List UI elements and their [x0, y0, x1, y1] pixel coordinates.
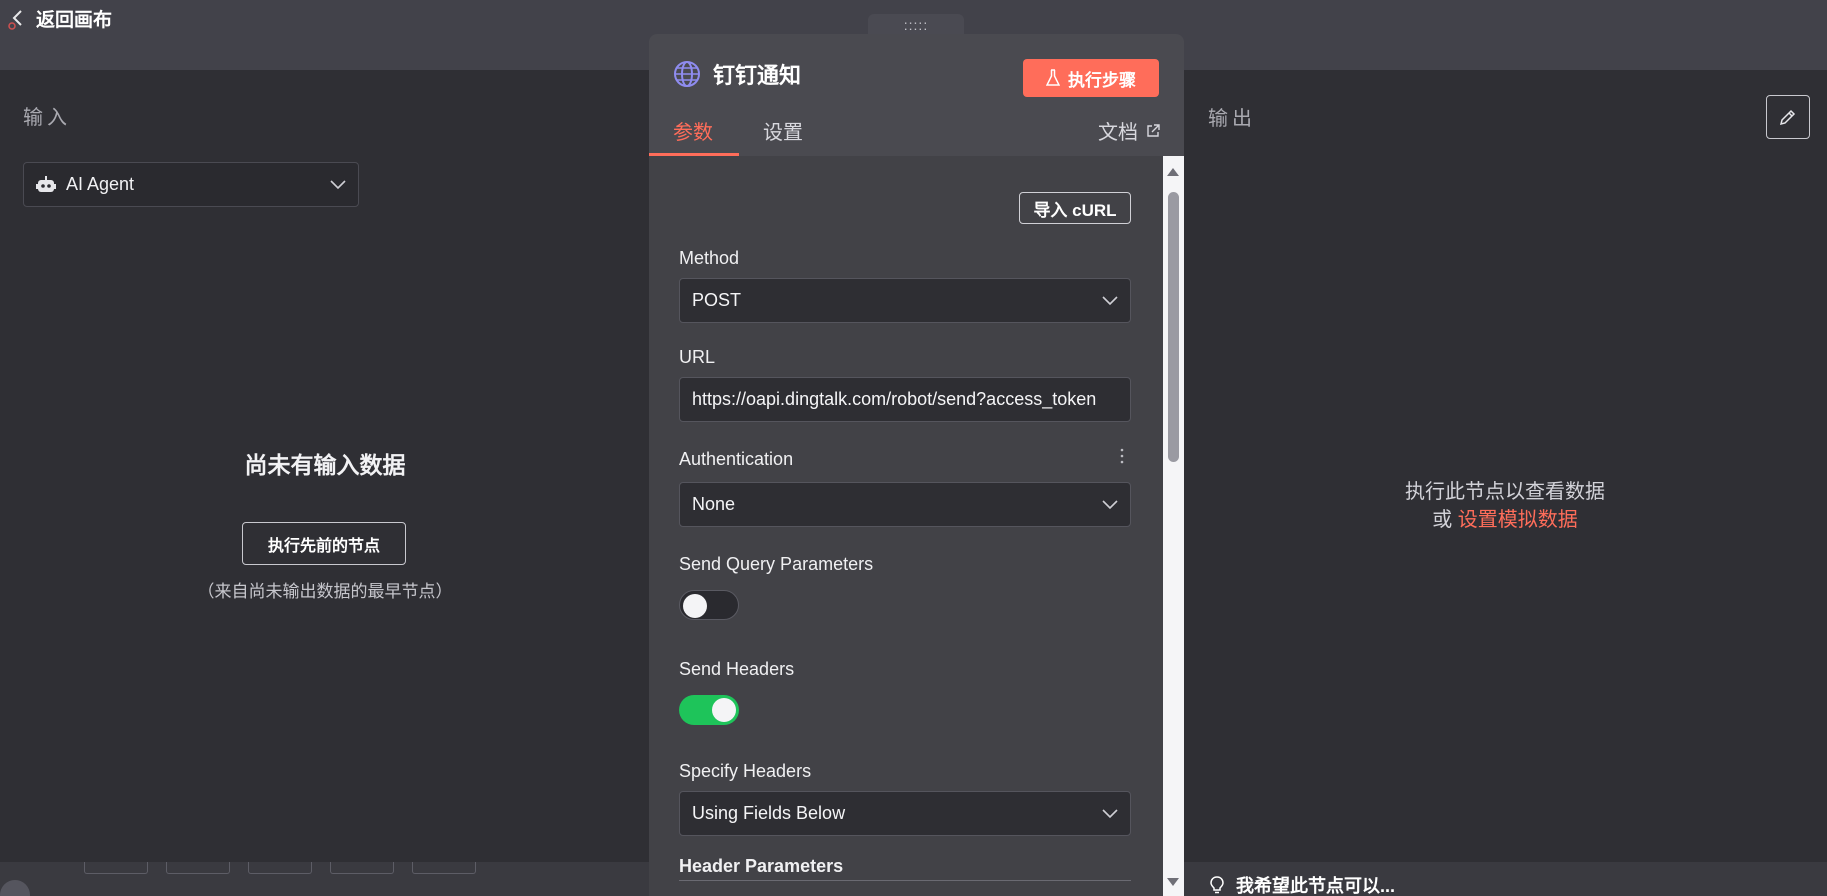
panel-drag-handle[interactable]: :::::: [868, 14, 964, 36]
back-label: 返回画布: [36, 9, 113, 31]
canvas-tool-button[interactable]: [84, 862, 148, 874]
node-settings-panel: 钉钉通知 执行步骤 参数 设置 文档 导入 cURL Method POST U…: [649, 34, 1184, 896]
flask-icon: [1046, 69, 1060, 86]
empty-input-title: 尚未有输入数据: [244, 452, 406, 478]
hint-text: 我希望此节点可以...: [1236, 876, 1396, 896]
robot-icon: [36, 175, 56, 192]
run-previous-note: （来自尚未输出数据的最早节点）: [197, 582, 453, 601]
chevron-down-icon: [1102, 499, 1118, 509]
parameters-form: 导入 cURL Method POST URL https://oapi.din…: [649, 156, 1184, 896]
tab-settings[interactable]: 设置: [763, 114, 803, 156]
input-source-value: AI Agent: [66, 174, 135, 194]
tab-parameters[interactable]: 参数: [649, 114, 739, 156]
input-panel-label: 输入: [23, 107, 71, 129]
canvas-tool-button[interactable]: [330, 862, 394, 874]
input-panel: 输入 AI Agent 尚未有输入数据 执行先前的节点 （来自尚未输出数据的最早…: [0, 70, 650, 862]
back-to-canvas-button[interactable]: 返回画布: [6, 4, 112, 32]
authentication-label: Authentication: [679, 449, 794, 469]
execute-step-button[interactable]: 执行步骤: [1023, 59, 1159, 97]
specify-headers-value: Using Fields Below: [692, 803, 846, 823]
docs-label: 文档: [1098, 122, 1138, 144]
method-label: Method: [679, 248, 740, 268]
back-arrow-icon: [8, 10, 22, 30]
node-title: 钉钉通知: [673, 58, 801, 90]
import-curl-button[interactable]: 导入 cURL: [1019, 192, 1131, 224]
input-source-select[interactable]: AI Agent: [23, 162, 359, 207]
method-value: POST: [692, 290, 742, 310]
send-headers-label: Send Headers: [679, 659, 795, 679]
scroll-up-arrow-icon[interactable]: [1167, 168, 1179, 176]
lightbulb-icon: [1210, 876, 1224, 894]
divider: [679, 880, 1131, 881]
chevron-down-icon: [330, 179, 346, 189]
output-empty-message: 执行此节点以查看数据 或 设置模拟数据: [1183, 478, 1827, 534]
scrollbar-thumb[interactable]: [1168, 192, 1179, 462]
method-select[interactable]: POST: [679, 278, 1131, 323]
execute-step-label: 执行步骤: [1068, 70, 1136, 90]
toggle-knob: [683, 594, 707, 618]
output-panel: 输出 执行此节点以查看数据 或 设置模拟数据: [1183, 70, 1827, 862]
canvas-toolbar: [84, 862, 476, 874]
pencil-icon: [1779, 109, 1796, 126]
send-query-toggle[interactable]: [679, 590, 739, 620]
params-scrollbar[interactable]: [1163, 156, 1184, 896]
canvas-tool-button[interactable]: [166, 862, 230, 874]
run-previous-nodes-button[interactable]: 执行先前的节点: [242, 522, 406, 565]
authentication-select[interactable]: None: [679, 482, 1131, 527]
send-headers-toggle[interactable]: [679, 695, 739, 725]
url-label: URL: [679, 347, 716, 367]
header-parameters-label: Header Parameters: [679, 856, 844, 876]
output-or-text: 或: [1432, 509, 1453, 531]
url-input[interactable]: https://oapi.dingtalk.com/robot/send?acc…: [679, 377, 1131, 422]
node-wish-hint[interactable]: 我希望此节点可以...: [1208, 872, 1395, 896]
chevron-down-icon: [1102, 808, 1118, 818]
toggle-knob: [712, 698, 736, 722]
set-mock-data-link[interactable]: 设置模拟数据: [1458, 509, 1578, 531]
canvas-tool-button[interactable]: [412, 862, 476, 874]
node-header: 钉钉通知 执行步骤 参数 设置 文档: [649, 34, 1184, 156]
globe-icon: [674, 61, 700, 87]
chevron-down-icon: [1102, 295, 1118, 305]
authentication-value: None: [692, 494, 736, 514]
output-message-line: 执行此节点以查看数据: [1405, 481, 1605, 503]
canvas-tool-button[interactable]: [248, 862, 312, 874]
docs-link[interactable]: 文档: [1098, 116, 1160, 145]
output-panel-label: 输出: [1208, 108, 1256, 130]
edit-output-button[interactable]: [1766, 95, 1810, 139]
more-options-icon[interactable]: [1119, 446, 1125, 466]
external-link-icon: [1147, 123, 1160, 137]
specify-headers-select[interactable]: Using Fields Below: [679, 791, 1131, 836]
node-title-text: 钉钉通知: [713, 63, 802, 88]
scroll-down-arrow-icon[interactable]: [1167, 878, 1179, 886]
specify-headers-label: Specify Headers: [679, 761, 812, 781]
url-value: https://oapi.dingtalk.com/robot/send?acc…: [692, 389, 1097, 409]
send-query-label: Send Query Parameters: [679, 554, 874, 574]
